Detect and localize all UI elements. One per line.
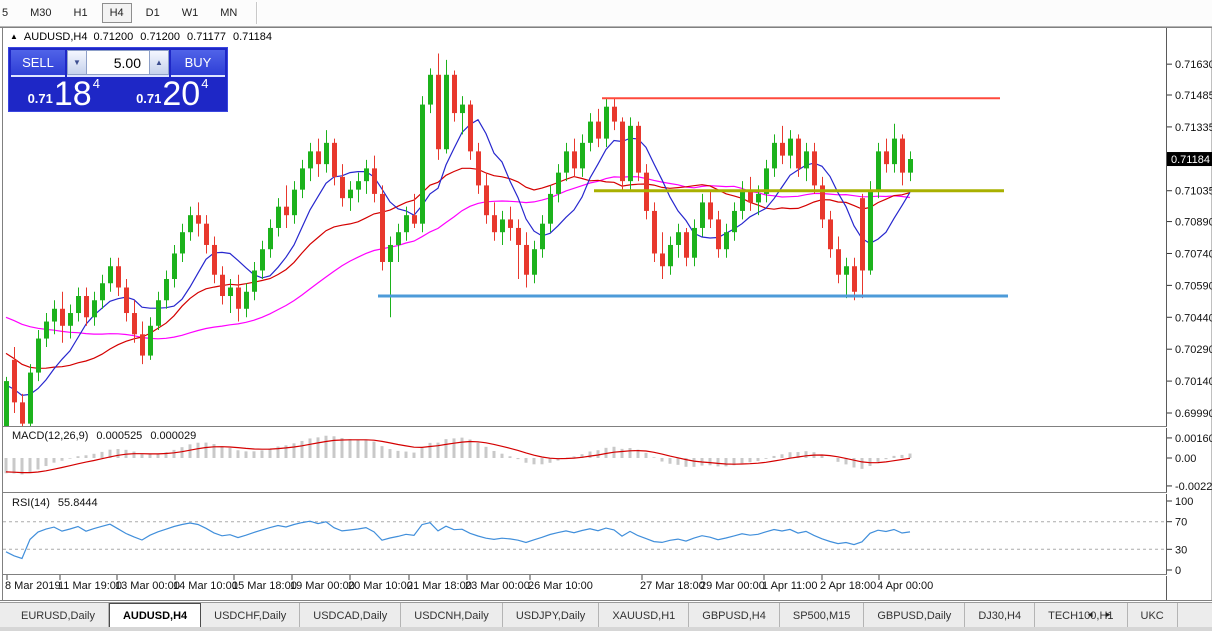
- tab-scroll-left-icon[interactable]: ◄: [1086, 610, 1094, 619]
- time-axis-label: 14 Mar 10:00: [173, 580, 238, 592]
- time-axis-label: 27 Mar 18:00: [640, 580, 705, 592]
- sell-price-display[interactable]: 0.71 18 4: [11, 75, 117, 113]
- svg-text:0.71485: 0.71485: [1175, 90, 1212, 102]
- chart-tab-ukc[interactable]: UKC: [1128, 603, 1178, 628]
- chart-tab-usdjpy-daily[interactable]: USDJPY,Daily: [503, 603, 600, 628]
- svg-text:0.70440: 0.70440: [1175, 312, 1212, 324]
- svg-text:0.70590: 0.70590: [1175, 280, 1212, 292]
- chart-tab-usdcad-daily[interactable]: USDCAD,Daily: [300, 603, 402, 628]
- ohlc-open: 0.71200: [93, 31, 134, 43]
- chart-tab-dj30-h4[interactable]: DJ30,H4: [965, 603, 1036, 628]
- volume-field[interactable]: 5.00: [87, 50, 149, 75]
- svg-text:0.70290: 0.70290: [1175, 344, 1212, 356]
- macd-pane-label: MACD(12,26,9) 0.000525 0.000029: [12, 430, 196, 442]
- time-axis-label: 11 Mar 19:00: [58, 580, 122, 592]
- svg-text:0.70740: 0.70740: [1175, 248, 1212, 260]
- svg-text:0.71184: 0.71184: [1171, 154, 1210, 166]
- sell-price-base: 0.71: [27, 91, 53, 106]
- time-axis-label: 13 Mar 00:00: [115, 580, 180, 592]
- svg-text:-0.002235: -0.002235: [1175, 481, 1212, 493]
- svg-text:0.71035: 0.71035: [1175, 186, 1212, 198]
- time-axis-label: 21 Mar 18:00: [407, 580, 472, 592]
- status-bar: [0, 627, 1212, 631]
- mt4-terminal: 5 M30 H1 H4 D1 W1 MN 0.71630 0.71485 0.71335 0.71…: [0, 0, 1212, 631]
- time-axis-label: 19 Mar 00:00: [290, 580, 355, 592]
- ohlc-low: 0.71177: [187, 31, 226, 43]
- sell-price-point: 4: [92, 76, 100, 91]
- time-axis-label: 15 Mar 18:00: [232, 580, 297, 592]
- time-axis-label: 29 Mar 00:00: [700, 580, 765, 592]
- one-click-trade-panel: SELL ▼ 5.00 ▲ BUY 0.71 18 4 0.71 20 4: [8, 47, 228, 112]
- time-axis-label: 4 Apr 00:00: [877, 580, 933, 592]
- chart-tab-xauusd-h1[interactable]: XAUUSD,H1: [599, 603, 690, 628]
- time-axis-label: 23 Mar 00:00: [465, 580, 530, 592]
- sell-button[interactable]: SELL: [11, 50, 65, 77]
- svg-text:100: 100: [1175, 496, 1193, 508]
- svg-text:0.71630: 0.71630: [1175, 59, 1212, 71]
- tab-scroll-arrows: ◄ ►: [1086, 602, 1112, 627]
- chart-symbol-title: AUDUSD,H4: [23, 31, 88, 43]
- chart-tab-audusd-h4[interactable]: AUDUSD,H4: [108, 603, 202, 628]
- svg-text:0.69990: 0.69990: [1175, 408, 1212, 420]
- rsi-value: 55.8444: [57, 497, 98, 509]
- svg-text:30: 30: [1175, 544, 1187, 556]
- volume-decrease-button[interactable]: ▼: [67, 50, 87, 75]
- buy-price-base: 0.71: [136, 91, 162, 106]
- sell-price-pips: 18: [53, 75, 92, 113]
- svg-text:0.001605: 0.001605: [1175, 433, 1212, 445]
- buy-price-display[interactable]: 0.71 20 4: [120, 75, 226, 113]
- svg-text:0.00: 0.00: [1175, 453, 1196, 465]
- chart-tabbar: EURUSD,Daily AUDUSD,H4 USDCHF,Daily USDCAD,…: [0, 602, 1212, 628]
- macd-indicator-name: MACD(12,26,9): [12, 430, 89, 442]
- time-axis-label: 2 Apr 18:00: [820, 580, 876, 592]
- time-axis-label: 20 Mar 10:00: [348, 580, 413, 592]
- svg-text:70: 70: [1175, 517, 1187, 529]
- time-axis-label: 8 Mar 2019: [5, 580, 61, 592]
- ohlc-high: 0.71200: [140, 31, 181, 43]
- macd-value-signal: 0.000029: [150, 430, 197, 442]
- chart-tab-sp500-m15[interactable]: SP500,M15: [780, 603, 865, 628]
- buy-button[interactable]: BUY: [171, 50, 225, 77]
- time-axis-label: 26 Mar 10:00: [528, 580, 593, 592]
- macd-value-main: 0.000525: [96, 430, 143, 442]
- chart-tab-usdchf-daily[interactable]: USDCHF,Daily: [201, 603, 301, 628]
- chart-tab-gbpusd-daily[interactable]: GBPUSD,Daily: [864, 603, 966, 628]
- chart-tab-gbpusd-h4[interactable]: GBPUSD,H4: [689, 603, 780, 628]
- svg-text:0: 0: [1175, 565, 1181, 577]
- chart-tab-eurusd-daily[interactable]: EURUSD,Daily: [8, 603, 109, 628]
- chart-tab-usdcnh-daily[interactable]: USDCNH,Daily: [401, 603, 503, 628]
- svg-text:0.70140: 0.70140: [1175, 376, 1212, 388]
- buy-price-pips: 20: [162, 75, 201, 113]
- collapse-triangle-icon[interactable]: ▲: [10, 33, 18, 41]
- time-axis-label: 1 Apr 11:00: [762, 580, 817, 592]
- volume-increase-button[interactable]: ▲: [149, 50, 169, 75]
- rsi-pane-label: RSI(14) 55.8444: [12, 497, 98, 509]
- tab-scroll-right-icon[interactable]: ►: [1104, 610, 1112, 619]
- volume-stepper: ▼ 5.00 ▲: [67, 50, 169, 77]
- chart-title-row: ▲ AUDUSD,H4 0.71200 0.71200 0.71177 0.71…: [10, 31, 272, 43]
- svg-text:0.70890: 0.70890: [1175, 217, 1212, 229]
- rsi-indicator-name: RSI(14): [12, 497, 50, 509]
- ohlc-close: 0.71184: [232, 31, 272, 43]
- svg-text:0.71335: 0.71335: [1175, 122, 1212, 134]
- buy-price-point: 4: [201, 76, 209, 91]
- chart-tab-tech100-h1[interactable]: TECH100,H1: [1035, 603, 1128, 628]
